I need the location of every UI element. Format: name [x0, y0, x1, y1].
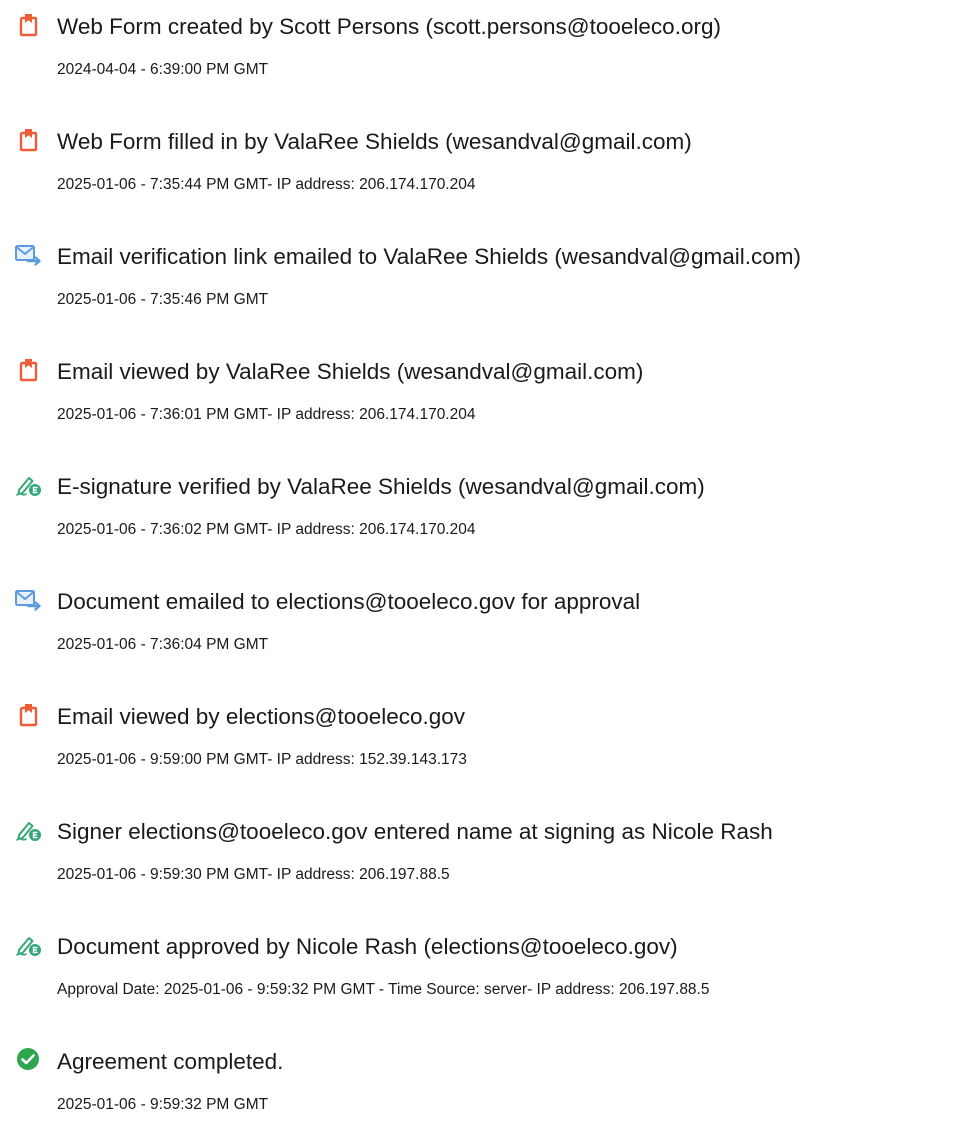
esign-icon — [14, 815, 42, 843]
event-title: Email viewed by ValaRee Shields (wesandv… — [57, 359, 644, 384]
event-title: Web Form created by Scott Persons (scott… — [57, 14, 721, 39]
document-icon — [14, 10, 42, 38]
esign-icon — [14, 470, 42, 498]
event-timestamp: 2025-01-06 - 7:36:01 PM GMT- IP address:… — [57, 406, 476, 423]
event-title: Agreement completed. — [57, 1049, 284, 1074]
event-timestamp: 2025-01-06 - 7:36:02 PM GMT- IP address:… — [57, 521, 476, 538]
checkmark-circle-icon — [14, 1045, 42, 1073]
event-timestamp: 2025-01-06 - 9:59:32 PM GMT — [57, 1096, 269, 1113]
event-title: Email viewed by elections@tooeleco.gov — [57, 704, 466, 729]
event-timestamp: 2025-01-06 - 7:35:46 PM GMT — [57, 291, 269, 308]
event-title: Email verification link emailed to ValaR… — [57, 244, 801, 269]
audit-event: Web Form filled in by ValaRee Shields (w… — [0, 115, 956, 205]
document-icon — [14, 355, 42, 383]
event-timestamp: 2025-01-06 - 9:59:30 PM GMT- IP address:… — [57, 866, 450, 883]
audit-event: Document approved by Nicole Rash (electi… — [0, 920, 956, 1010]
audit-event: Email verification link emailed to ValaR… — [0, 230, 956, 320]
audit-event: Signer elections@tooeleco.gov entered na… — [0, 805, 956, 895]
event-title: Signer elections@tooeleco.gov entered na… — [57, 819, 773, 844]
event-timestamp: 2024-04-04 - 6:39:00 PM GMT — [57, 61, 269, 78]
event-timestamp: 2025-01-06 - 9:59:00 PM GMT- IP address:… — [57, 751, 467, 768]
email-icon — [14, 585, 42, 613]
email-icon — [14, 240, 42, 268]
document-icon — [14, 700, 42, 728]
event-timestamp: 2025-01-06 - 7:35:44 PM GMT- IP address:… — [57, 176, 476, 193]
audit-event: Web Form created by Scott Persons (scott… — [0, 0, 956, 90]
event-title: Document emailed to elections@tooeleco.g… — [57, 589, 641, 614]
audit-event: E-signature verified by ValaRee Shields … — [0, 460, 956, 550]
audit-event: Email viewed by ValaRee Shields (wesandv… — [0, 345, 956, 435]
event-timestamp: 2025-01-06 - 7:36:04 PM GMT — [57, 636, 269, 653]
audit-event: Agreement completed. 2025-01-06 - 9:59:3… — [0, 1035, 956, 1125]
esign-icon — [14, 930, 42, 958]
audit-event: Email viewed by elections@tooeleco.gov 2… — [0, 690, 956, 780]
audit-event: Document emailed to elections@tooeleco.g… — [0, 575, 956, 665]
event-title: Web Form filled in by ValaRee Shields (w… — [57, 129, 692, 154]
event-timestamp: Approval Date: 2025-01-06 - 9:59:32 PM G… — [57, 981, 710, 998]
event-title: Document approved by Nicole Rash (electi… — [57, 934, 678, 959]
event-title: E-signature verified by ValaRee Shields … — [57, 474, 705, 499]
document-icon — [14, 125, 42, 153]
